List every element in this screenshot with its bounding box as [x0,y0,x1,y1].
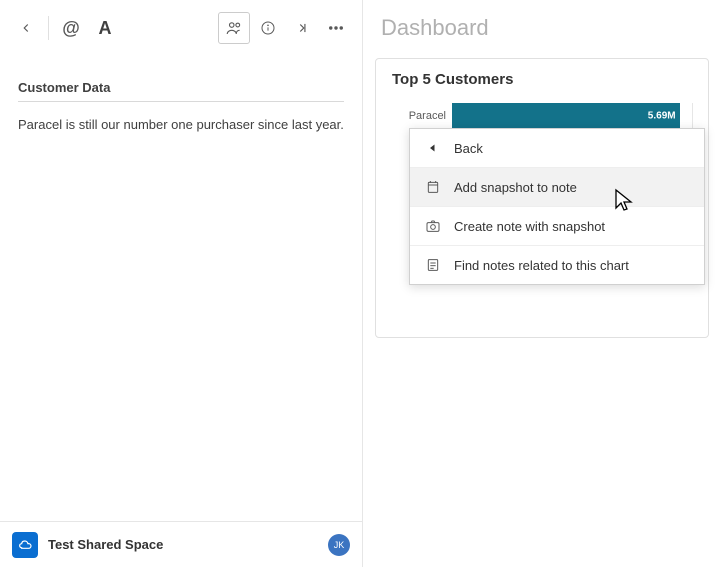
section-title: Customer Data [18,80,344,102]
chart-title: Top 5 Customers [392,71,692,88]
bar-category: Paracel [409,110,452,122]
note-search-icon [424,256,442,274]
dashboard-title: Dashboard [381,15,489,41]
bar-row[interactable]: Paracel5.69M [452,103,692,129]
info-button[interactable] [252,12,284,44]
format-button[interactable]: A [89,12,121,44]
ctx-find-notes[interactable]: Find notes related to this chart [410,246,704,284]
context-menu: Back Add snapshot to note Create note wi… [409,128,705,285]
note-toolbar: @ A [0,0,362,56]
note-body[interactable]: Paracel is still our number one purchase… [18,116,344,134]
ctx-add-snapshot[interactable]: Add snapshot to note [410,168,704,207]
bar-value: 5.69M [648,111,676,122]
camera-icon [424,217,442,235]
note-add-icon [424,178,442,196]
separator [48,16,49,40]
collapse-button[interactable] [286,12,318,44]
bar[interactable]: 5.69M [452,103,680,129]
back-button[interactable] [10,12,42,44]
ctx-label: Back [454,141,483,156]
space-icon[interactable] [12,532,38,558]
space-name[interactable]: Test Shared Space [48,537,318,552]
ctx-create-note[interactable]: Create note with snapshot [410,207,704,246]
ctx-label: Create note with snapshot [454,219,605,234]
user-avatar[interactable]: JK [328,534,350,556]
back-arrow-icon [424,139,442,157]
collaborators-button[interactable] [218,12,250,44]
mention-button[interactable]: @ [55,12,87,44]
ctx-label: Add snapshot to note [454,180,577,195]
ctx-label: Find notes related to this chart [454,258,629,273]
ctx-back[interactable]: Back [410,129,704,168]
more-button[interactable] [320,12,352,44]
